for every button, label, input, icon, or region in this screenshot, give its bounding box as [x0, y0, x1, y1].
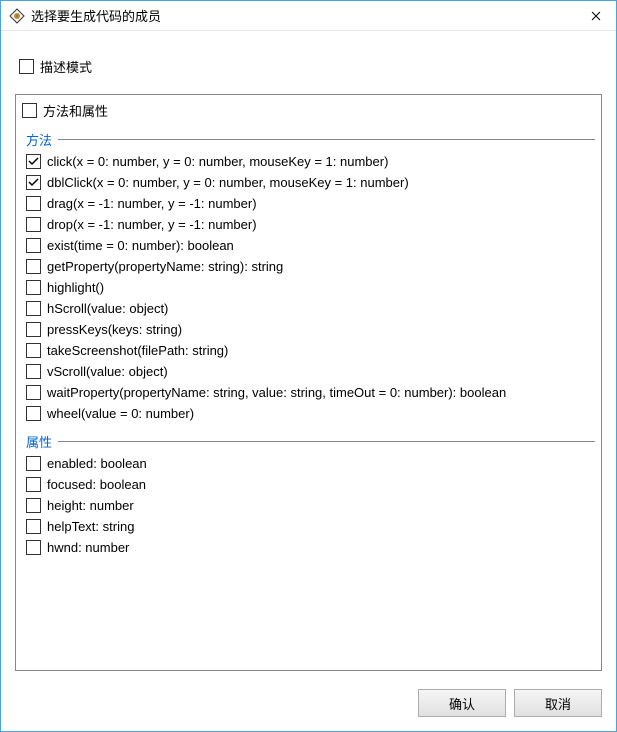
item-label: waitProperty(propertyName: string, value…	[47, 385, 506, 400]
item-checkbox[interactable]	[26, 540, 41, 555]
list-item: helpText: string	[26, 516, 595, 537]
item-label: pressKeys(keys: string)	[47, 322, 182, 337]
item-label: focused: boolean	[47, 477, 146, 492]
list-item: drag(x = -1: number, y = -1: number)	[26, 193, 595, 214]
group-rule	[58, 139, 595, 140]
describe-mode-label: 描述模式	[40, 57, 92, 76]
list-item: getProperty(propertyName: string): strin…	[26, 256, 595, 277]
item-checkbox[interactable]	[26, 217, 41, 232]
list-item: focused: boolean	[26, 474, 595, 495]
list-item: hScroll(value: object)	[26, 298, 595, 319]
item-checkbox[interactable]	[26, 456, 41, 471]
close-button[interactable]	[576, 1, 616, 31]
app-icon	[9, 8, 25, 24]
dialog-window: 选择要生成代码的成员 描述模式 方法和属性 方法 click(x = 0: num…	[0, 0, 617, 732]
item-checkbox[interactable]	[26, 175, 41, 190]
root-item: 方法和属性	[18, 99, 599, 122]
group-header: 属性	[26, 428, 595, 453]
item-label: dblClick(x = 0: number, y = 0: number, m…	[47, 175, 409, 190]
item-label: wheel(value = 0: number)	[47, 406, 194, 421]
group: 方法 click(x = 0: number, y = 0: number, mo…	[18, 122, 599, 424]
item-label: highlight()	[47, 280, 104, 295]
list-item: hwnd: number	[26, 537, 595, 558]
cancel-button[interactable]: 取消	[514, 689, 602, 717]
list-item: wheel(value = 0: number)	[26, 403, 595, 424]
item-checkbox[interactable]	[26, 385, 41, 400]
item-checkbox[interactable]	[26, 498, 41, 513]
item-checkbox[interactable]	[26, 154, 41, 169]
group-rule	[58, 441, 595, 442]
member-list[interactable]: 方法和属性 方法 click(x = 0: number, y = 0: numb…	[15, 94, 602, 671]
item-label: drop(x = -1: number, y = -1: number)	[47, 217, 257, 232]
item-label: hwnd: number	[47, 540, 129, 555]
describe-mode-row: 描述模式	[19, 57, 602, 76]
list-item: height: number	[26, 495, 595, 516]
item-checkbox[interactable]	[26, 280, 41, 295]
item-label: click(x = 0: number, y = 0: number, mous…	[47, 154, 388, 169]
list-item: pressKeys(keys: string)	[26, 319, 595, 340]
item-checkbox[interactable]	[26, 477, 41, 492]
item-checkbox[interactable]	[26, 259, 41, 274]
describe-mode-checkbox[interactable]	[19, 59, 34, 74]
item-label: getProperty(propertyName: string): strin…	[47, 259, 283, 274]
list-item: vScroll(value: object)	[26, 361, 595, 382]
item-checkbox[interactable]	[26, 301, 41, 316]
list-item: drop(x = -1: number, y = -1: number)	[26, 214, 595, 235]
item-checkbox[interactable]	[26, 196, 41, 211]
window-title: 选择要生成代码的成员	[31, 6, 576, 25]
root-label: 方法和属性	[43, 101, 108, 120]
root-checkbox[interactable]	[22, 103, 37, 118]
groups-container: 方法 click(x = 0: number, y = 0: number, mo…	[18, 122, 599, 558]
item-label: drag(x = -1: number, y = -1: number)	[47, 196, 257, 211]
item-label: takeScreenshot(filePath: string)	[47, 343, 228, 358]
list-item: dblClick(x = 0: number, y = 0: number, m…	[26, 172, 595, 193]
list-item: exist(time = 0: number): boolean	[26, 235, 595, 256]
item-checkbox[interactable]	[26, 406, 41, 421]
item-checkbox[interactable]	[26, 238, 41, 253]
group-header: 方法	[26, 126, 595, 151]
button-row: 确认 取消	[15, 671, 602, 717]
item-checkbox[interactable]	[26, 322, 41, 337]
item-label: height: number	[47, 498, 134, 513]
item-checkbox[interactable]	[26, 519, 41, 534]
group: 属性 enabled: boolean focused: boolean height…	[18, 424, 599, 558]
client-area: 描述模式 方法和属性 方法 click(x = 0: number, y = 0:…	[1, 31, 616, 731]
list-item: waitProperty(propertyName: string, value…	[26, 382, 595, 403]
titlebar: 选择要生成代码的成员	[1, 1, 616, 31]
list-item: enabled: boolean	[26, 453, 595, 474]
item-label: hScroll(value: object)	[47, 301, 168, 316]
list-item: takeScreenshot(filePath: string)	[26, 340, 595, 361]
group-label: 方法	[26, 130, 52, 149]
item-label: exist(time = 0: number): boolean	[47, 238, 234, 253]
item-label: helpText: string	[47, 519, 134, 534]
item-label: enabled: boolean	[47, 456, 147, 471]
ok-button[interactable]: 确认	[418, 689, 506, 717]
item-label: vScroll(value: object)	[47, 364, 168, 379]
item-checkbox[interactable]	[26, 343, 41, 358]
group-label: 属性	[26, 432, 52, 451]
list-item: click(x = 0: number, y = 0: number, mous…	[26, 151, 595, 172]
close-icon	[591, 11, 601, 21]
item-checkbox[interactable]	[26, 364, 41, 379]
list-item: highlight()	[26, 277, 595, 298]
